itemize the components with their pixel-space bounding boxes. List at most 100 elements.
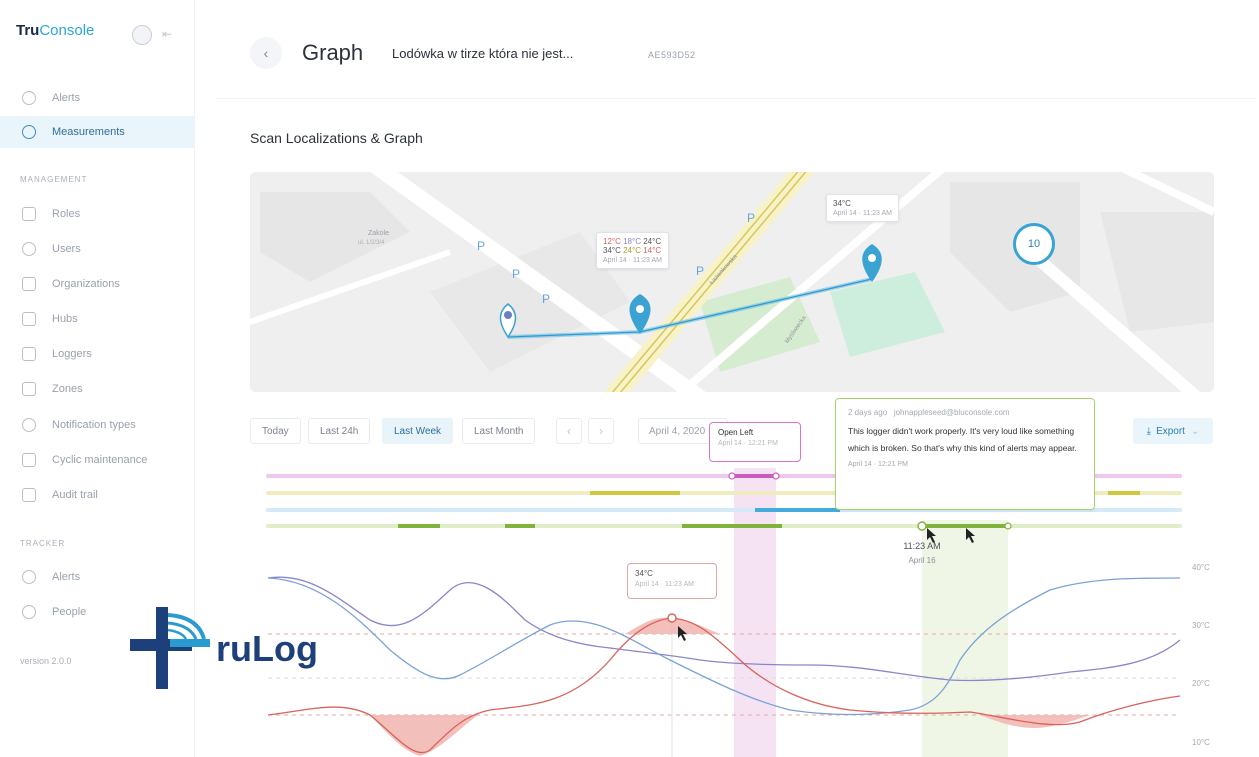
roles-icon xyxy=(22,207,36,221)
brand-logo[interactable]: Tru Console xyxy=(16,22,94,39)
device-id: AE593D52 xyxy=(648,50,696,60)
sidebar-item-audit-trail[interactable]: Audit trail xyxy=(0,479,195,511)
bell-icon xyxy=(22,91,36,105)
logger-icon xyxy=(22,347,36,361)
sidebar-item-tracker-alerts[interactable]: Alerts xyxy=(0,561,195,593)
comment-time: April 14 · 12:21 PM xyxy=(848,461,908,468)
range-month-button[interactable]: Last Month xyxy=(462,418,536,444)
building-icon xyxy=(22,277,36,291)
audit-icon xyxy=(22,488,36,502)
sidebar-item-label: Audit trail xyxy=(52,489,98,501)
y-tick: 30°C xyxy=(1192,621,1210,630)
svg-text:P: P xyxy=(512,267,520,281)
event-time: April 14 · 12:21 PM xyxy=(718,440,778,447)
sidebar-item-users[interactable]: Users xyxy=(0,233,195,265)
y-tick: 10°C xyxy=(1192,738,1210,747)
sidebar-item-label: Cyclic maintenance xyxy=(52,454,148,466)
sidebar-item-label: Loggers xyxy=(52,348,92,360)
tooltip-time: April 14 · 11:23 AM xyxy=(603,257,663,264)
brand-tru: Tru xyxy=(16,22,40,39)
people-icon xyxy=(22,605,36,619)
event-tooltip-open-left: Open Left April 14 · 12:21 PM xyxy=(709,422,801,462)
chevron-left-icon: ‹ xyxy=(567,424,571,438)
y-tick: 40°C xyxy=(1192,563,1210,572)
svg-text:P: P xyxy=(696,264,704,278)
tooltip-value: 24°C xyxy=(643,237,662,246)
avatar[interactable] xyxy=(132,25,152,45)
download-icon: ⤓ xyxy=(1146,425,1152,437)
tooltip-value: 14°C xyxy=(643,246,662,255)
version-label: version 2.0.0 xyxy=(20,656,72,666)
sidebar-item-roles[interactable]: Roles xyxy=(0,198,195,230)
sidebar-item-label: Zones xyxy=(52,383,83,395)
brand-console: Console xyxy=(39,22,95,39)
chevron-down-icon: ⌄ xyxy=(1190,425,1200,437)
marker-time: 11:23 AM xyxy=(903,541,941,551)
sidebar-item-measurements[interactable]: Measurements xyxy=(0,116,195,148)
device-name: Lodówka w tirze która nie jest... xyxy=(392,46,574,61)
peak-temp: 34°C xyxy=(635,569,653,578)
sidebar-item-label: Measurements xyxy=(52,126,125,138)
tooltip-value: 24°C xyxy=(623,246,641,255)
map-label-zakole-sub: ul. 1/2/3/4 xyxy=(358,240,385,246)
sidebar-item-cyclic-maintenance[interactable]: Cyclic maintenance xyxy=(0,444,195,476)
comment-popover: 2 days ago johnappleseed@bluconsole.com … xyxy=(835,398,1095,510)
watermark-text: ruLog xyxy=(216,628,318,669)
zone-icon xyxy=(22,382,36,396)
chevron-right-icon: › xyxy=(599,424,603,438)
back-button[interactable]: ‹ xyxy=(250,37,282,69)
bell-icon xyxy=(22,570,36,584)
event-title: Open Left xyxy=(718,428,754,437)
comment-body: This logger didn't work properly. It's v… xyxy=(848,426,1077,453)
sidebar-item-hubs[interactable]: Hubs xyxy=(0,303,195,335)
sidebar-item-alerts[interactable]: Alerts xyxy=(0,82,195,114)
svg-text:P: P xyxy=(542,292,550,306)
chevron-left-icon: ‹ xyxy=(263,45,269,61)
map-label-zakole: Zakole xyxy=(368,230,390,237)
sidebar-item-label: Hubs xyxy=(52,313,78,325)
map[interactable]: P P P P P Zakole ul. 1/2/3/4 Łazienkowsk… xyxy=(250,172,1214,392)
user-icon xyxy=(22,242,36,256)
comment-email[interactable]: johnappleseed@bluconsole.com xyxy=(894,408,1010,417)
sidebar-item-label: Roles xyxy=(52,208,81,220)
sidebar-item-label: People xyxy=(52,606,87,618)
collapse-icon[interactable]: ⇤ xyxy=(162,27,172,41)
peak-time: April 14 · 11:23 AM xyxy=(635,581,695,588)
management-heading: MANAGEMENT xyxy=(20,175,88,184)
prev-range-button[interactable]: ‹ xyxy=(556,418,582,444)
tooltip-value: 34°C xyxy=(603,246,621,255)
section-title: Scan Localizations & Graph xyxy=(250,130,423,146)
gauge-icon xyxy=(22,125,36,139)
range-24h-button[interactable]: Last 24h xyxy=(308,418,371,444)
svg-text:P: P xyxy=(747,211,755,225)
tracker-heading: TRACKER xyxy=(20,539,66,548)
map-cluster[interactable]: 10 xyxy=(1013,223,1055,265)
calendar-icon xyxy=(22,453,36,467)
tooltip-time: April 14 · 11:23 AM xyxy=(833,210,893,217)
notification-icon xyxy=(22,418,36,432)
sidebar-item-label: Organizations xyxy=(52,278,120,290)
sidebar-item-loggers[interactable]: Loggers xyxy=(0,338,195,370)
sidebar-item-zones[interactable]: Zones xyxy=(0,373,195,405)
range-week-button[interactable]: Last Week xyxy=(382,418,454,444)
sidebar-item-label: Alerts xyxy=(52,92,81,104)
hub-icon xyxy=(22,312,36,326)
svg-text:P: P xyxy=(477,239,485,253)
sidebar-item-notification-types[interactable]: Notification types xyxy=(0,409,195,441)
map-tooltip-single: 34°C April 14 · 11:23 AM xyxy=(826,194,900,222)
export-button[interactable]: ⤓ Export ⌄ xyxy=(1133,418,1213,444)
sidebar-item-organizations[interactable]: Organizations xyxy=(0,268,195,300)
sidebar-item-label: Users xyxy=(52,243,81,255)
map-tooltip-readings: 12°C 18°C 24°C 34°C 24°C 14°C April 14 ·… xyxy=(596,232,670,269)
range-today-button[interactable]: Today xyxy=(250,418,301,444)
map-canvas: P P P P P xyxy=(250,172,1214,392)
marker-date: April 16 xyxy=(908,556,936,565)
sidebar-item-label: Notification types xyxy=(52,419,136,431)
y-tick: 20°C xyxy=(1192,679,1210,688)
page-title: Graph xyxy=(302,40,364,65)
export-label: Export xyxy=(1156,425,1185,437)
tooltip-value: 12°C xyxy=(603,237,621,246)
comment-ago: 2 days ago xyxy=(848,408,888,417)
tooltip-value: 18°C xyxy=(623,237,641,246)
next-range-button[interactable]: › xyxy=(588,418,614,444)
